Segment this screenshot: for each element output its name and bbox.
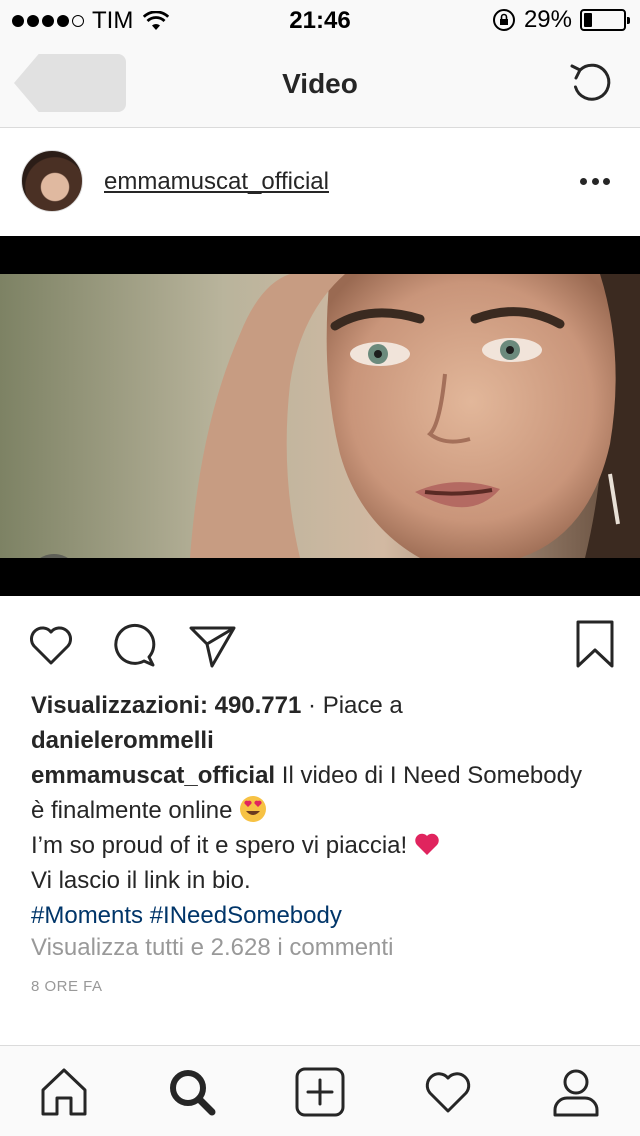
views-line: Visualizzazioni: 490.771 · Piace a [31,688,621,723]
tab-bar [0,1045,640,1136]
video-still-image [0,274,640,558]
avatar[interactable] [21,150,83,212]
caption-text-line-1: emmamuscat_official Il video di I Need S… [31,758,621,793]
post-actions [0,596,640,688]
caption-text-line-3: I’m so proud of it e spero vi piaccia! [31,828,621,863]
profile-icon[interactable] [550,1066,602,1118]
caption-text-line-2: è finalmente online [31,793,621,828]
send-icon[interactable] [188,620,238,670]
heart-eyes-emoji-icon [240,796,267,822]
view-all-comments-link[interactable]: Visualizza tutti e 2.628 i commenti [31,934,393,962]
more-icon[interactable] [580,178,610,186]
caption-username[interactable]: emmamuscat_official [31,762,275,789]
video-player[interactable] [0,236,640,596]
battery-level [584,13,593,27]
liked-by-user[interactable]: danielerommelli [31,727,214,754]
navigation-bar: Video [0,40,640,128]
post-caption: Visualizzazioni: 490.771 · Piace a danie… [31,688,621,933]
views-count[interactable]: Visualizzazioni: 490.771 [31,692,301,719]
caption-text: Il video di I Need Somebody [275,762,582,789]
refresh-icon[interactable] [566,56,618,108]
add-post-icon[interactable] [294,1066,346,1118]
heart-icon[interactable] [26,620,76,670]
search-icon[interactable] [166,1066,218,1118]
battery-icon [580,9,630,31]
page-title: Video [282,68,358,99]
caption-text: I’m so proud of it e spero vi piaccia! [31,832,408,859]
activity-heart-icon[interactable] [422,1066,474,1118]
home-icon[interactable] [38,1066,90,1118]
status-right: 29% [492,6,630,34]
caption-text-line-4: Vi lascio il link in bio. [31,867,251,894]
post-username[interactable]: emmamuscat_official [104,168,329,196]
video-frame [0,274,640,558]
bookmark-icon[interactable] [570,620,620,670]
comment-icon[interactable] [108,620,158,670]
caption-text: è finalmente online [31,797,233,824]
likes-prefix: · Piace a [301,692,403,719]
liked-by-line: danielerommelli [31,723,621,758]
status-bar: TIM 21:46 29% [0,0,640,40]
orientation-lock-icon [492,9,515,31]
hashtags[interactable]: #Moments #INeedSomebody [31,898,621,933]
post-header: emmamuscat_official [0,128,640,236]
battery-percent: 29% [523,6,572,33]
red-heart-emoji-icon [415,833,439,855]
post-timestamp: 8 ORE FA [31,978,103,995]
